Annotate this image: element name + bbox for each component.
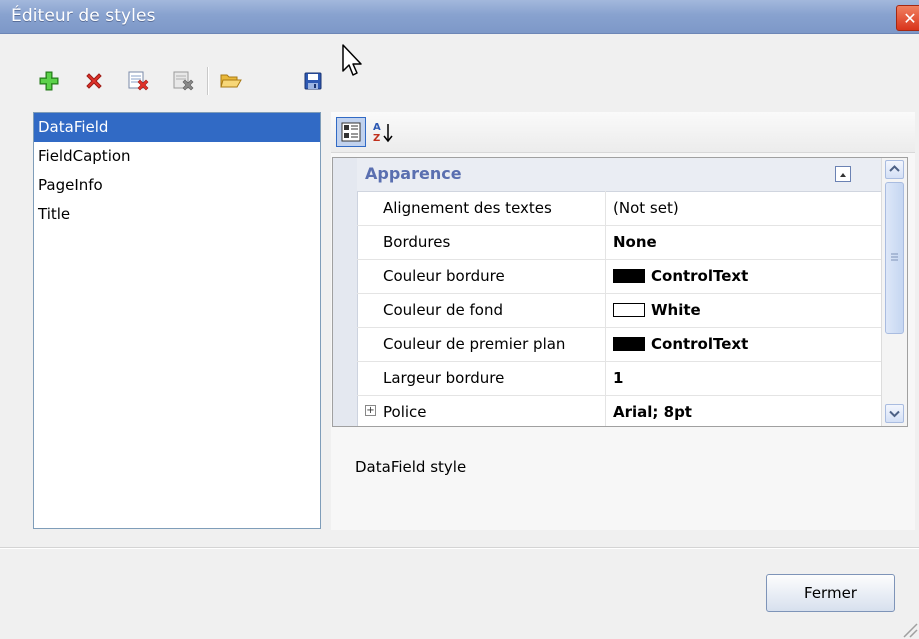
property-name: Largeur bordure: [383, 369, 505, 387]
footer-divider: [0, 547, 919, 549]
resize-grip-icon[interactable]: [898, 618, 918, 638]
property-row[interactable]: Couleur de premier plan ControlText: [357, 327, 881, 362]
property-value[interactable]: (Not set): [613, 199, 679, 217]
style-editor-window: Éditeur de styles ✕ DataField FieldCapti…: [0, 0, 919, 639]
property-grid-toolbar: AZ: [331, 112, 915, 153]
list-item[interactable]: PageInfo: [34, 171, 320, 200]
svg-text:Z: Z: [373, 133, 380, 144]
close-dialog-button[interactable]: Fermer: [766, 574, 895, 612]
property-row[interactable]: Largeur bordure 1: [357, 361, 881, 396]
property-value-text: (Not set): [613, 199, 679, 217]
property-name: Police: [383, 403, 427, 421]
list-item[interactable]: DataField: [34, 113, 320, 142]
property-description: DataField style: [355, 458, 467, 476]
delete-all-icon[interactable]: [169, 64, 197, 98]
expand-plus-icon[interactable]: +: [365, 405, 376, 416]
property-row[interactable]: + Police Arial; 8pt: [357, 395, 881, 426]
delete-style-icon[interactable]: [124, 64, 152, 98]
property-value[interactable]: ControlText: [613, 267, 748, 285]
delete-icon[interactable]: [80, 64, 108, 98]
property-name: Bordures: [383, 233, 451, 251]
property-row[interactable]: Bordures None: [357, 225, 881, 260]
category-label: Apparence: [365, 164, 462, 183]
color-swatch: [613, 303, 645, 317]
property-value[interactable]: Arial; 8pt: [613, 403, 692, 421]
property-name: Alignement des textes: [383, 199, 552, 217]
column-divider: [605, 225, 606, 259]
column-divider: [605, 293, 606, 327]
toolbar-separator: [207, 67, 209, 95]
property-value-text: ControlText: [651, 335, 749, 353]
grip-lines-icon: [891, 253, 898, 261]
grid-margin: [333, 158, 358, 426]
title-bar[interactable]: Éditeur de styles ✕: [0, 0, 919, 34]
property-value-text: ControlText: [651, 267, 749, 285]
property-value[interactable]: ControlText: [613, 335, 748, 353]
list-item[interactable]: FieldCaption: [34, 142, 320, 171]
column-divider: [605, 259, 606, 293]
column-divider: [605, 327, 606, 361]
column-divider: [605, 395, 606, 426]
property-value[interactable]: None: [613, 233, 657, 251]
property-name: Couleur de fond: [383, 301, 503, 319]
column-divider: [605, 191, 606, 225]
scroll-thumb[interactable]: [885, 182, 904, 334]
alphabetical-sort-icon[interactable]: AZ: [369, 117, 399, 147]
property-row[interactable]: Couleur de fond White: [357, 293, 881, 328]
scroll-down-button[interactable]: [885, 404, 904, 423]
property-name: Couleur bordure: [383, 267, 505, 285]
column-divider: [605, 361, 606, 395]
property-value-text: Arial; 8pt: [613, 403, 692, 421]
property-row[interactable]: Alignement des textes (Not set): [357, 191, 881, 226]
vertical-scrollbar[interactable]: [881, 158, 907, 426]
chevron-up-icon: [840, 173, 846, 177]
chevron-up-icon: [889, 165, 900, 172]
window-close-button[interactable]: ✕: [896, 5, 919, 31]
property-value-text: White: [651, 301, 701, 319]
chevron-down-icon: [889, 410, 900, 418]
property-name: Couleur de premier plan: [383, 335, 566, 353]
categorized-view-icon[interactable]: [336, 117, 366, 147]
scroll-up-button[interactable]: [885, 160, 904, 179]
property-grid: Apparence Alignement des textes (Not set…: [332, 157, 908, 427]
add-icon[interactable]: [35, 64, 63, 98]
property-value-text: None: [613, 233, 657, 251]
property-row[interactable]: Couleur bordure ControlText: [357, 259, 881, 294]
color-swatch: [613, 269, 645, 283]
list-item[interactable]: Title: [34, 200, 320, 229]
color-swatch: [613, 337, 645, 351]
save-icon[interactable]: [299, 64, 327, 98]
styles-list[interactable]: DataField FieldCaption PageInfo Title: [33, 112, 321, 529]
open-folder-icon[interactable]: [217, 64, 245, 98]
property-grid-panel: AZ Apparence Alignement des textes (Not …: [331, 112, 915, 530]
category-row[interactable]: Apparence: [357, 158, 881, 192]
collapse-category-button[interactable]: [835, 166, 851, 182]
property-value[interactable]: 1: [613, 369, 623, 387]
property-value[interactable]: White: [613, 301, 701, 319]
property-value-text: 1: [613, 369, 624, 387]
window-title: Éditeur de styles: [11, 6, 156, 26]
svg-text:A: A: [373, 122, 381, 133]
mouse-cursor-icon: [342, 44, 362, 76]
